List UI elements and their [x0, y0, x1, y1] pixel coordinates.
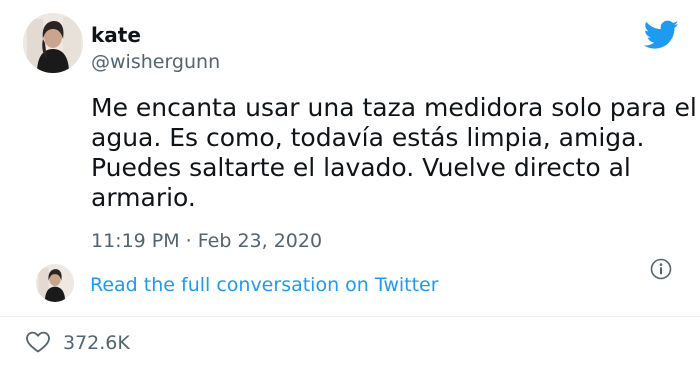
read-conversation-link[interactable]: Read the full conversation on Twitter [90, 273, 439, 297]
avatar-photo-icon [23, 13, 83, 73]
tweet-text-line: Me encanta usar una taza medidora solo p… [91, 93, 697, 122]
author-handle[interactable]: @wishergunn [91, 50, 220, 74]
heart-icon[interactable] [25, 330, 51, 354]
tweet-timestamp[interactable]: 11:19 PM · Feb 23, 2020 [91, 229, 322, 253]
author-display-name[interactable]: kate [91, 23, 141, 47]
twitter-bird-icon[interactable] [643, 20, 679, 50]
tweet-card: kate @wishergunn Me encanta usar una taz… [0, 0, 700, 369]
tweet-text-line: agua. Es como, todavía estás limpia, ami… [91, 123, 645, 152]
tweet-text-line: Puedes saltarte el lavado. Vuelve direct… [91, 153, 631, 182]
divider [0, 316, 700, 317]
tweet-text: Me encanta usar una taza medidora solo p… [91, 93, 697, 213]
info-icon[interactable] [650, 258, 672, 280]
like-count: 372.6K [63, 332, 130, 354]
avatar-photo-icon [36, 264, 74, 302]
author-avatar[interactable] [23, 13, 83, 73]
reply-avatar[interactable] [36, 264, 74, 302]
tweet-text-line: armario. [91, 183, 196, 212]
